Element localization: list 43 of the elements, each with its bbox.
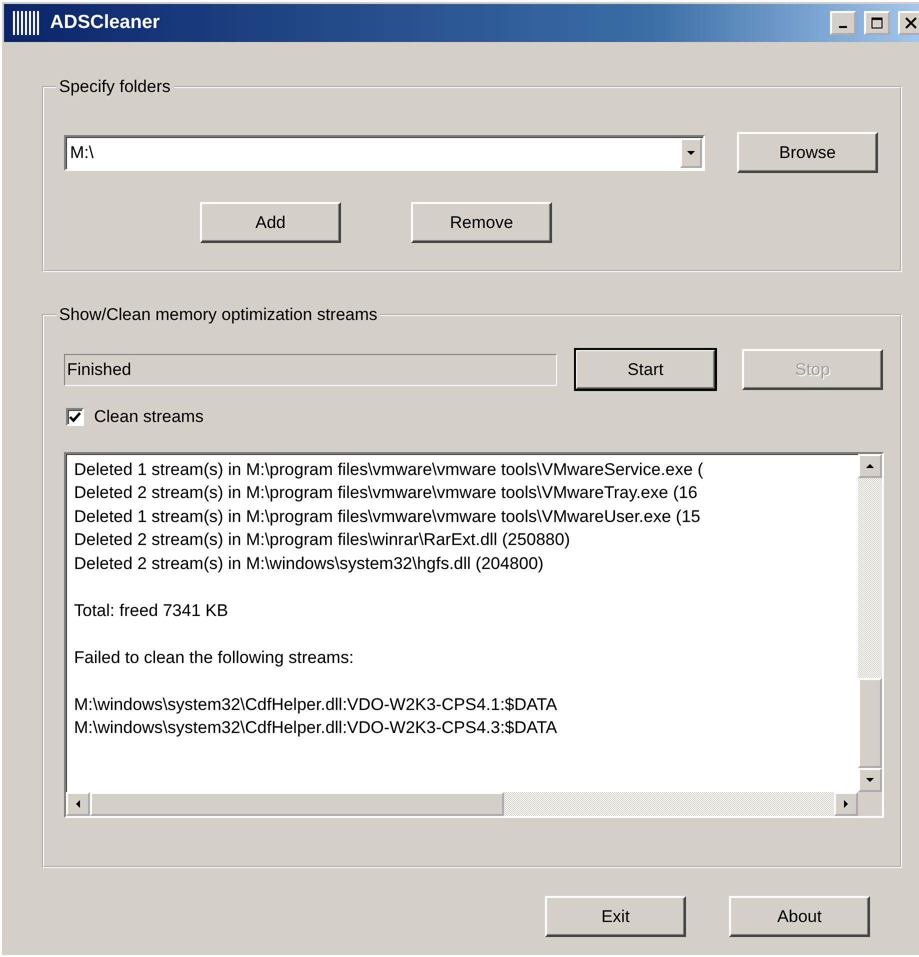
minimize-icon (839, 26, 847, 28)
maximize-icon (871, 17, 883, 29)
log-line: Deleted 2 stream(s) in M:\program files\vmware\vmware tools\VMwareTray.exe (16 (74, 482, 699, 504)
scrollbar-corner (858, 792, 882, 816)
scroll-right-button[interactable] (834, 792, 858, 816)
log-line: M:\windows\system32\CdfHelper.dll:VDO-W2K3-CPS4.1:$DATA (74, 694, 558, 716)
close-icon (905, 17, 917, 29)
scroll-thumb[interactable] (90, 792, 504, 816)
arrow-icon (687, 150, 695, 154)
folder-combo[interactable]: M:\ (64, 134, 705, 170)
remove-button[interactable]: Remove (411, 202, 552, 243)
about-button[interactable]: About (729, 896, 870, 937)
status-field: Finished (64, 354, 557, 386)
maximize-button[interactable] (864, 11, 890, 35)
minimize-button[interactable] (830, 11, 856, 35)
log-line: M:\windows\system32\CdfHelper.dll:VDO-W2K3-CPS4.3:$DATA (74, 717, 558, 739)
log-line: Deleted 1 stream(s) in M:\program files\vmware\vmware tools\VMwareService.exe ( (74, 458, 704, 480)
browse-button[interactable]: Browse (737, 132, 878, 173)
vertical-scrollbar[interactable] (858, 454, 882, 792)
arrow-icon (866, 464, 874, 468)
start-button[interactable]: Start (575, 349, 716, 390)
exit-button[interactable]: Exit (545, 896, 686, 937)
scroll-left-button[interactable] (66, 792, 90, 816)
log-line: Deleted 2 stream(s) in M:\windows\system32\hgfs.dll (204800) (74, 552, 545, 574)
checkbox[interactable] (66, 408, 84, 426)
log-line: Deleted 2 stream(s) in M:\program files\winrar\RarExt.dll (250880) (74, 529, 572, 551)
close-button[interactable] (898, 11, 919, 35)
arrow-icon (844, 800, 848, 808)
log-line: Deleted 1 stream(s) in M:\program files\vmware\vmware tools\VMwareUser.exe (15 (74, 506, 702, 528)
scroll-thumb[interactable] (858, 678, 882, 768)
horizontal-scrollbar[interactable] (66, 792, 882, 816)
arrow-icon (866, 778, 874, 782)
log-line: Failed to clean the following streams: (74, 646, 355, 668)
log-line: Total: freed 7341 KB (74, 600, 230, 622)
scroll-down-button[interactable] (858, 768, 882, 792)
add-button[interactable]: Add (200, 202, 341, 243)
app-icon (12, 10, 42, 36)
dropdown-button[interactable] (680, 138, 702, 168)
checkmark-icon (69, 410, 81, 423)
arrow-icon (76, 800, 80, 808)
window-title: ADSCleaner (50, 10, 161, 35)
scroll-up-button[interactable] (858, 454, 882, 478)
checkbox-label[interactable]: Clean streams (94, 404, 204, 430)
